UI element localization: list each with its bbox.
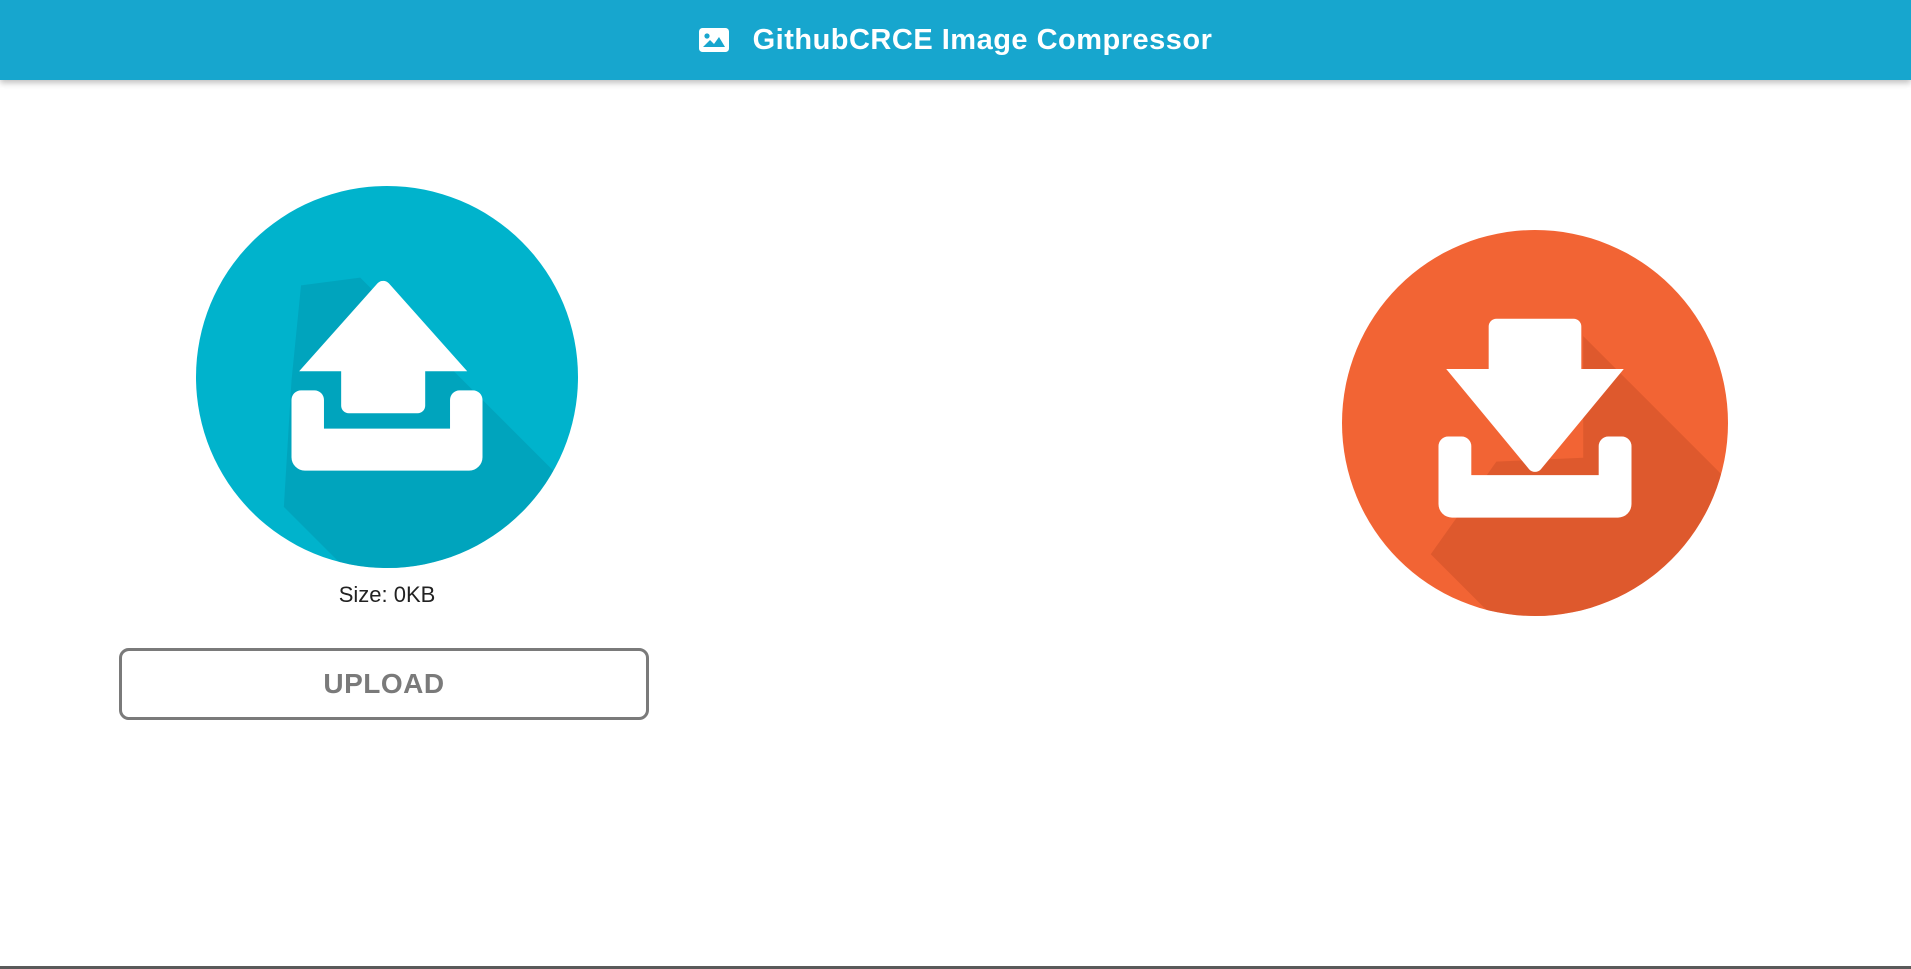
upload-button[interactable]: UPLOAD <box>119 648 649 720</box>
top-navbar: GithubCRCE Image Compressor <box>0 0 1911 80</box>
image-icon <box>698 28 729 52</box>
file-size-label: Size: 0KB <box>338 582 436 607</box>
upload-icon <box>196 186 578 568</box>
upload-image-area[interactable] <box>196 186 578 568</box>
download-image-area[interactable] <box>1342 230 1728 616</box>
brand: GithubCRCE Image Compressor <box>698 23 1213 57</box>
download-icon <box>1342 230 1728 616</box>
main-content: Size: 0KB UPLOAD <box>0 80 1911 966</box>
app-title: GithubCRCE Image Compressor <box>752 23 1213 56</box>
